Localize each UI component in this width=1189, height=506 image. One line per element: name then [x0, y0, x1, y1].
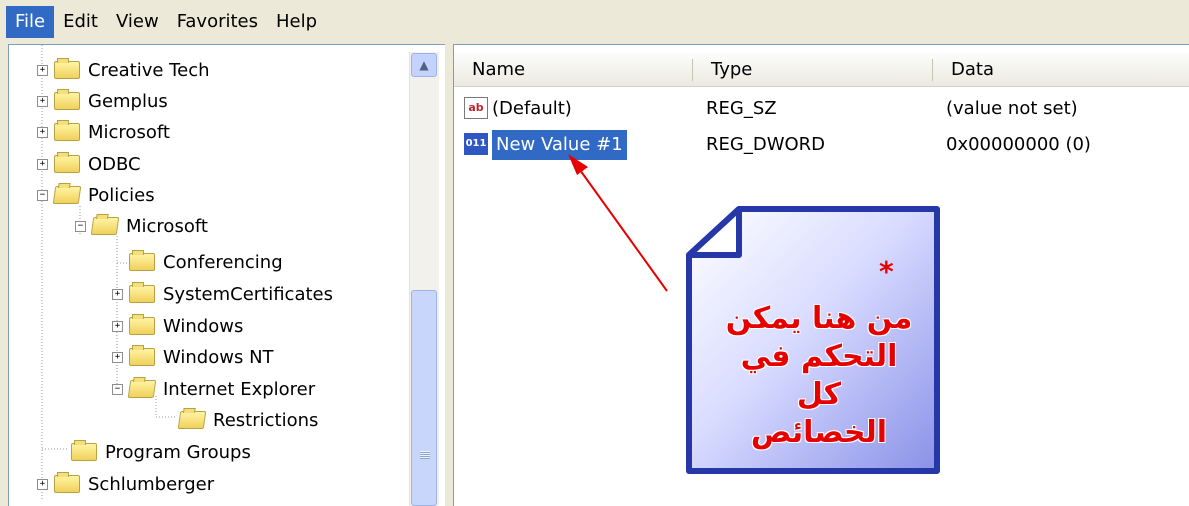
folder-icon [54, 120, 80, 141]
column-header-data[interactable]: Data [933, 53, 1189, 86]
tree-item-gemplus[interactable]: + Gemplus [37, 86, 168, 116]
scroll-up-button[interactable]: ▲ [411, 53, 437, 77]
tree-item-label: Windows NT [163, 346, 274, 368]
tree-item-label: SystemCertificates [163, 283, 333, 305]
tree-item-program-groups[interactable]: Program Groups [54, 437, 251, 467]
tree-item-label: Internet Explorer [163, 378, 316, 400]
tree-item-restrictions[interactable]: Restrictions [162, 405, 318, 435]
expand-icon[interactable]: + [37, 126, 48, 138]
tree-item-label: Windows [163, 315, 244, 337]
collapse-icon[interactable]: − [75, 220, 86, 232]
menu-view[interactable]: View [107, 6, 168, 38]
value-type: REG_DWORD [706, 134, 826, 155]
tree-item-label: Conferencing [163, 251, 283, 273]
menu-file[interactable]: File [6, 6, 55, 38]
open-folder-icon [90, 217, 120, 235]
dword-value-icon: 011 [464, 133, 488, 155]
callout-star: * [879, 255, 894, 288]
tree-item-conferencing[interactable]: Conferencing [112, 247, 283, 277]
expand-icon[interactable]: + [37, 158, 48, 170]
folder-icon [71, 440, 97, 461]
tree-item-creative-tech[interactable]: + Creative Tech [37, 55, 210, 85]
registry-tree-pane: + Creative Tech + Gemplus + Microsoft + … [8, 44, 445, 506]
tree-item-label: ODBC [88, 153, 141, 175]
tree-item-label: Creative Tech [88, 59, 210, 81]
value-row-default[interactable]: ab (Default) REG_SZ (value not set) [454, 94, 1189, 124]
scroll-thumb[interactable] [411, 290, 437, 506]
grip-icon [420, 451, 430, 459]
collapse-icon[interactable]: − [112, 383, 123, 395]
expand-icon[interactable]: + [37, 95, 48, 107]
tree-item-label: Gemplus [88, 90, 168, 112]
menu-help[interactable]: Help [267, 6, 326, 38]
expand-icon[interactable]: + [112, 320, 123, 332]
callout-text: من هنا يمكن التحكم في كل الخصائص [725, 301, 913, 450]
tree-item-policies-microsoft[interactable]: − Microsoft [75, 211, 208, 241]
folder-icon [129, 282, 155, 303]
tree-item-label: Policies [88, 184, 155, 206]
value-type: REG_SZ [706, 98, 777, 119]
string-value-icon: ab [464, 97, 488, 119]
tree-item-internet-explorer[interactable]: − Internet Explorer [112, 374, 315, 404]
column-header-name[interactable]: Name [454, 53, 692, 86]
tree-vertical-scrollbar[interactable]: ▲ [409, 52, 439, 506]
expand-icon[interactable]: + [112, 351, 123, 363]
open-folder-icon [177, 411, 207, 429]
folder-icon [54, 89, 80, 110]
value-row-new-value[interactable]: 011 New Value #1 REG_DWORD 0x00000000 (0… [454, 130, 1189, 160]
tree-item-policies[interactable]: − Policies [37, 180, 155, 210]
open-folder-icon [52, 186, 82, 204]
value-name-selected[interactable]: New Value #1 [492, 130, 627, 160]
tree-item-odbc[interactable]: + ODBC [37, 149, 141, 179]
folder-icon [54, 58, 80, 79]
folder-icon [54, 152, 80, 173]
tree-item-schlumberger[interactable]: + Schlumberger [37, 469, 214, 499]
value-data: 0x00000000 (0) [946, 134, 1091, 155]
tree-item-systemcertificates[interactable]: + SystemCertificates [112, 279, 333, 309]
folder-icon [129, 250, 155, 271]
expand-icon[interactable]: + [37, 478, 48, 490]
chevron-up-icon: ▲ [419, 58, 429, 72]
expand-icon[interactable]: + [37, 64, 48, 76]
tree-item-windows[interactable]: + Windows [112, 311, 243, 341]
tree-item-windows-nt[interactable]: + Windows NT [112, 342, 274, 372]
open-folder-icon [127, 380, 157, 398]
collapse-icon[interactable]: − [37, 189, 48, 201]
expand-icon[interactable]: + [112, 288, 123, 300]
tree-item-label: Restrictions [213, 409, 319, 431]
tree-item-label: Schlumberger [88, 473, 215, 495]
tree-item-label: Program Groups [105, 441, 251, 463]
value-name: (Default) [492, 98, 572, 119]
tree-item-label: Microsoft [126, 215, 208, 237]
menu-edit[interactable]: Edit [54, 6, 107, 38]
menu-bar: File Edit View Favorites Help [0, 0, 1189, 44]
menu-favorites[interactable]: Favorites [168, 6, 267, 38]
tree-item-microsoft[interactable]: + Microsoft [37, 117, 170, 147]
folder-icon [129, 314, 155, 335]
folder-icon [54, 472, 80, 493]
list-header: Name Type Data [454, 53, 1189, 87]
tree-item-label: Microsoft [88, 121, 170, 143]
column-header-type[interactable]: Type [693, 53, 932, 86]
pane-splitter[interactable] [445, 44, 453, 506]
value-data: (value not set) [946, 98, 1078, 119]
folder-icon [129, 345, 155, 366]
